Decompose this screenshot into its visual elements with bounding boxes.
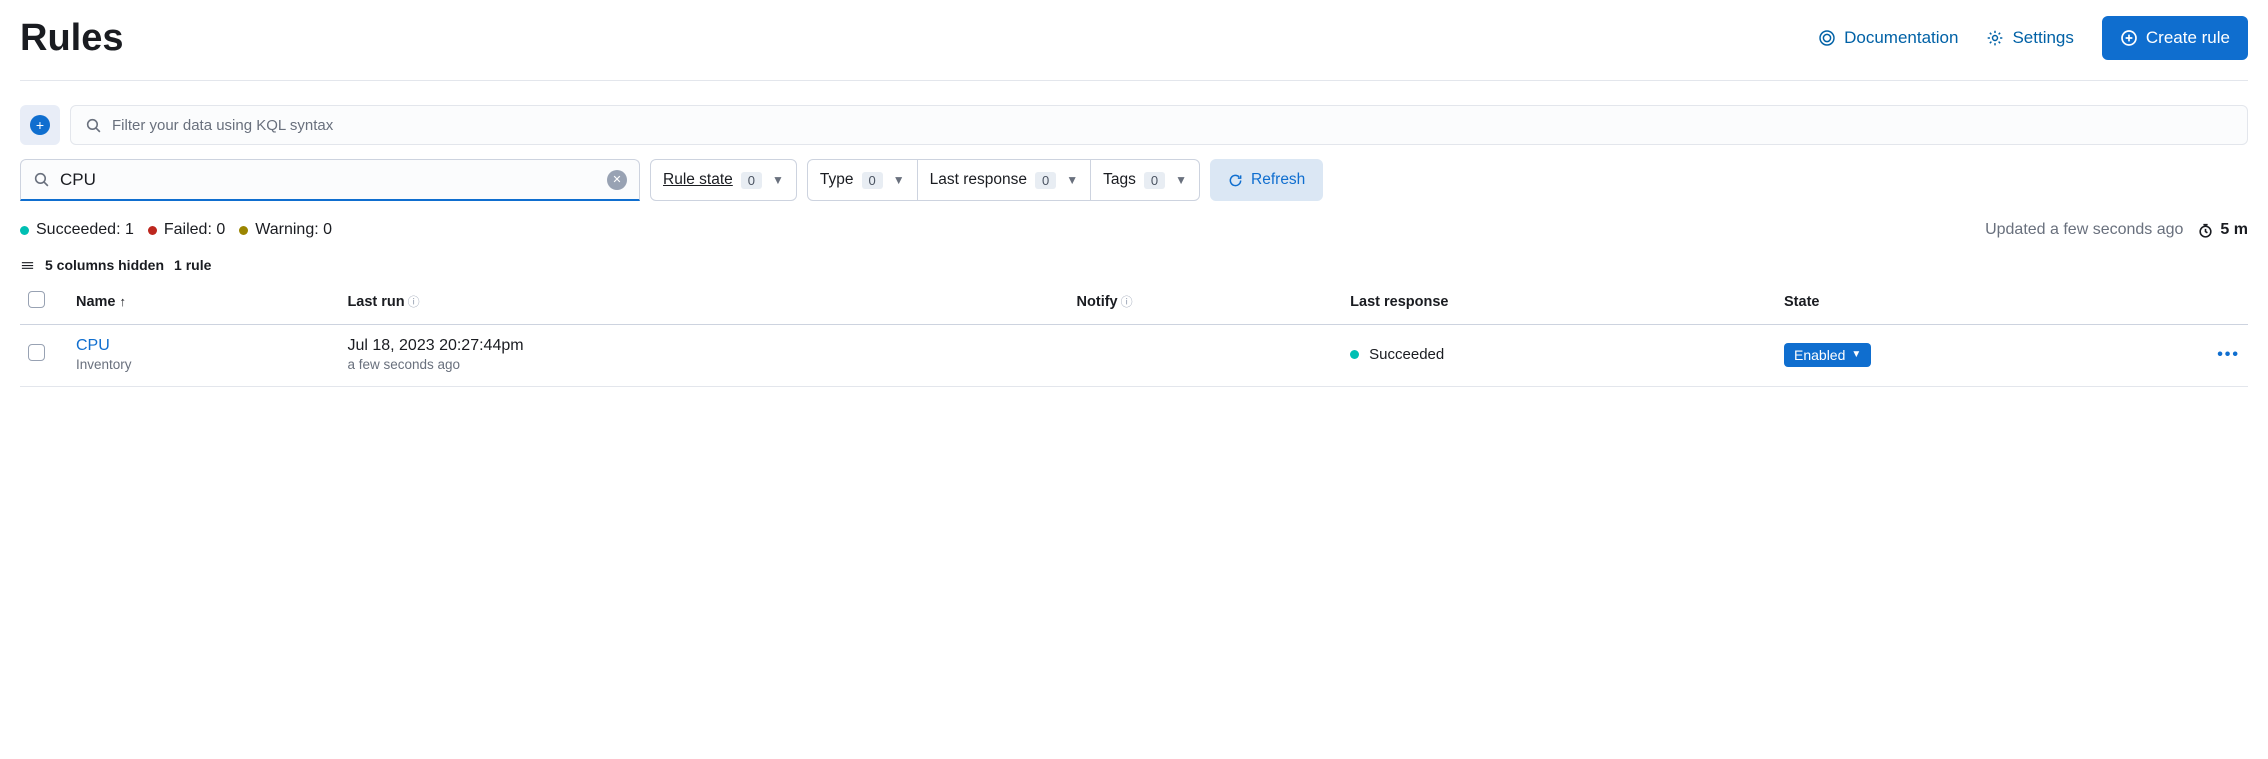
row-actions-button[interactable]: •••	[2217, 346, 2240, 363]
refresh-icon	[1228, 173, 1243, 188]
chevron-down-icon: ▼	[1851, 349, 1861, 360]
documentation-label: Documentation	[1844, 28, 1958, 48]
type-filter[interactable]: Type 0 ▼	[807, 159, 918, 201]
response-text: Succeeded	[1369, 346, 1444, 363]
more-horizontal-icon: •••	[2217, 346, 2240, 363]
status-dot-green	[20, 226, 29, 235]
status-warning[interactable]: Warning: 0	[239, 221, 332, 239]
kql-input-container[interactable]	[70, 105, 2248, 145]
chevron-down-icon: ▼	[1066, 173, 1078, 187]
select-all-checkbox[interactable]	[28, 291, 45, 308]
last-run-date: Jul 18, 2023 20:27:44pm	[347, 337, 1060, 355]
last-response-count: 0	[1035, 172, 1056, 189]
create-rule-button[interactable]: Create rule	[2102, 16, 2248, 60]
tags-label: Tags	[1103, 171, 1136, 189]
search-icon	[33, 171, 50, 188]
sort-ascending-icon: ↑	[120, 294, 127, 309]
table-row: CPU Inventory Jul 18, 2023 20:27:44pm a …	[20, 325, 2248, 387]
response-dot-green	[1350, 350, 1359, 359]
column-last-run[interactable]: Last runⓘ	[339, 281, 1068, 325]
create-rule-label: Create rule	[2146, 28, 2230, 48]
chevron-down-icon: ▼	[1175, 173, 1187, 187]
header-actions: Documentation Settings Create rule	[1818, 16, 2248, 60]
gear-icon	[1986, 29, 2004, 47]
plus-icon: +	[30, 115, 50, 135]
info-icon: ⓘ	[1121, 295, 1133, 309]
search-input-container[interactable]: ✕	[20, 159, 640, 201]
rule-name-link[interactable]: CPU	[76, 337, 331, 355]
rule-type-text: Inventory	[76, 357, 331, 372]
column-state[interactable]: State	[1776, 281, 2168, 325]
status-dot-red	[148, 226, 157, 235]
chevron-down-icon: ▼	[772, 173, 784, 187]
timer-icon	[2197, 222, 2214, 239]
columns-hidden-text[interactable]: 5 columns hidden	[45, 257, 164, 273]
auto-refresh-interval[interactable]: 5 m	[2197, 221, 2248, 239]
rule-state-filter[interactable]: Rule state 0 ▼	[650, 159, 797, 201]
add-filter-button[interactable]: +	[20, 105, 60, 145]
last-response-label: Last response	[930, 171, 1027, 189]
kql-input[interactable]	[112, 117, 2233, 134]
updated-text: Updated a few seconds ago	[1985, 221, 2183, 239]
column-name[interactable]: Name↑	[68, 281, 339, 325]
page-title: Rules	[20, 17, 123, 60]
status-failed[interactable]: Failed: 0	[148, 221, 225, 239]
rule-state-count: 0	[741, 172, 762, 189]
last-response-filter[interactable]: Last response 0 ▼	[918, 159, 1092, 201]
tags-filter[interactable]: Tags 0 ▼	[1091, 159, 1200, 201]
status-succeeded[interactable]: Succeeded: 1	[20, 221, 134, 239]
status-summary: Succeeded: 1 Failed: 0 Warning: 0	[20, 221, 332, 239]
type-label: Type	[820, 171, 854, 189]
columns-icon	[20, 258, 35, 273]
rule-count-text: 1 rule	[174, 257, 211, 273]
search-input[interactable]	[60, 170, 607, 190]
row-checkbox[interactable]	[28, 344, 45, 361]
refresh-label: Refresh	[1251, 171, 1305, 189]
tags-count: 0	[1144, 172, 1165, 189]
column-last-response[interactable]: Last response	[1342, 281, 1776, 325]
close-icon: ✕	[612, 173, 621, 186]
state-label: Enabled	[1794, 347, 1845, 363]
type-count: 0	[862, 172, 883, 189]
status-warning-text: Warning: 0	[255, 221, 332, 239]
column-notify[interactable]: Notifyⓘ	[1069, 281, 1343, 325]
settings-link[interactable]: Settings	[1986, 28, 2073, 48]
refresh-button[interactable]: Refresh	[1210, 159, 1323, 201]
chevron-down-icon: ▼	[893, 173, 905, 187]
last-run-ago: a few seconds ago	[347, 357, 1060, 372]
settings-label: Settings	[2012, 28, 2073, 48]
documentation-icon	[1818, 29, 1836, 47]
status-failed-text: Failed: 0	[164, 221, 225, 239]
status-dot-yellow	[239, 226, 248, 235]
state-toggle[interactable]: Enabled ▼	[1784, 343, 1871, 367]
documentation-link[interactable]: Documentation	[1818, 28, 1958, 48]
rule-state-label: Rule state	[663, 171, 733, 189]
interval-text: 5 m	[2220, 221, 2248, 239]
info-icon: ⓘ	[408, 295, 420, 309]
clear-search-button[interactable]: ✕	[607, 170, 627, 190]
search-icon	[85, 117, 102, 134]
status-succeeded-text: Succeeded: 1	[36, 221, 134, 239]
plus-circle-icon	[2120, 29, 2138, 47]
